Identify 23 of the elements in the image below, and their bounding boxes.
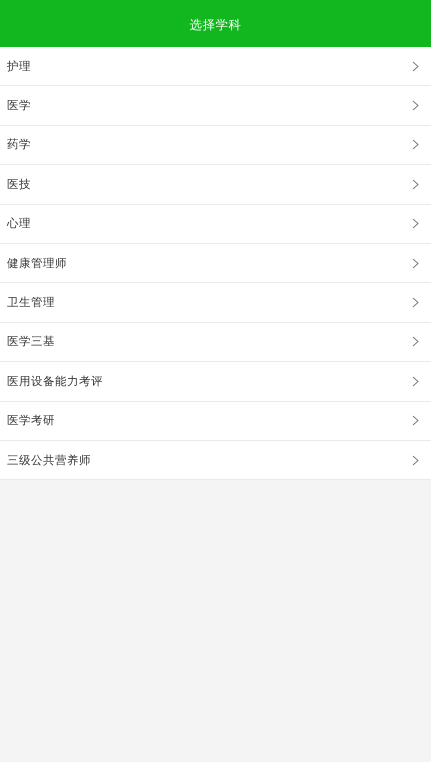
chevron-right-icon <box>412 178 419 190</box>
chevron-right-icon <box>412 297 419 308</box>
subject-item[interactable]: 医用设备能力考评 <box>0 362 431 402</box>
chevron-right-icon <box>412 376 419 387</box>
subject-item[interactable]: 护理 <box>0 47 431 86</box>
subject-item[interactable]: 心理 <box>0 204 431 244</box>
subject-item[interactable]: 医学考研 <box>0 402 431 441</box>
page-title: 选择学科 <box>190 17 242 34</box>
subject-item[interactable]: 三级公共营养师 <box>0 440 431 480</box>
chevron-right-icon <box>412 139 419 150</box>
chevron-right-icon <box>412 60 419 72</box>
subject-item[interactable]: 卫生管理 <box>0 283 431 323</box>
subject-item[interactable]: 药学 <box>0 126 431 166</box>
chevron-right-icon <box>412 218 419 230</box>
chevron-right-icon <box>412 100 419 112</box>
chevron-right-icon <box>412 258 419 269</box>
subject-item[interactable]: 医技 <box>0 165 431 205</box>
chevron-right-icon <box>412 336 419 348</box>
subject-item[interactable]: 医学三基 <box>0 322 431 362</box>
chevron-right-icon <box>412 415 419 426</box>
subject-item[interactable]: 健康管理师 <box>0 244 431 284</box>
subject-item[interactable]: 医学 <box>0 86 431 126</box>
chevron-right-icon <box>412 454 419 466</box>
